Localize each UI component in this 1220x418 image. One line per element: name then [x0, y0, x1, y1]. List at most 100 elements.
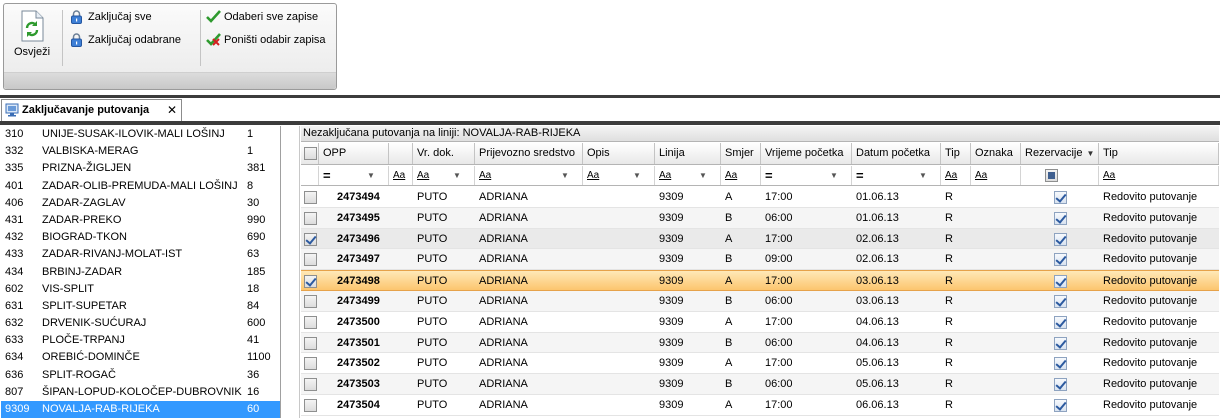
filter-cell[interactable]: Aa	[389, 166, 413, 185]
reservation-checkbox[interactable]	[1054, 275, 1067, 289]
start-date-cell: 05.06.13	[856, 378, 899, 391]
column-header-doc-type[interactable]: Vr. dok.	[413, 143, 475, 164]
direction-cell: B	[725, 294, 733, 307]
close-icon[interactable]: ✕	[167, 100, 177, 120]
line-list-item[interactable]: 335 PRIZNA-ŽIGLJEN 381	[1, 160, 280, 177]
table-row[interactable]: 2473499 PUTO ADRIANA 9309 B 06:00 03.06.13 R Red…	[301, 290, 1219, 312]
filter-checkbox[interactable]	[1045, 169, 1058, 182]
refresh-button[interactable]: Osvježi	[10, 8, 54, 68]
line-cell: 9309	[659, 315, 684, 328]
line-list-item[interactable]: 632 DRVENIK-SUĆURAJ 600	[1, 315, 280, 332]
table-row[interactable]: 2473497 PUTO ADRIANA 9309 B 09:00 02.06.13 R Red…	[301, 249, 1219, 271]
reservation-checkbox[interactable]	[1054, 294, 1067, 308]
table-row[interactable]: 2473495 PUTO ADRIANA 9309 B 06:00 01.06.13 R Red…	[301, 207, 1219, 229]
direction-cell: B	[725, 253, 733, 266]
line-list-item[interactable]: 633 PLOČE-TRPANJ 41	[1, 332, 280, 349]
line-list-item[interactable]: 434 BRBINJ-ZADAR 185	[1, 264, 280, 281]
filter-cell[interactable]: Aa ▼	[655, 166, 721, 185]
filter-cell[interactable]: = ▼	[852, 166, 941, 185]
reservation-checkbox[interactable]	[1054, 398, 1067, 412]
panel-splitter[interactable]	[282, 126, 300, 418]
doc-type-cell: PUTO	[417, 398, 448, 411]
line-list-item[interactable]: 634 OREBIĆ-DOMINČE 1100	[1, 349, 280, 366]
filter-cell[interactable]	[1021, 166, 1099, 185]
line-list-item[interactable]: 432 BIOGRAD-TKON 690	[1, 229, 280, 246]
filter-cell[interactable]: = ▼	[319, 166, 389, 185]
line-code: 401	[5, 179, 24, 192]
line-list-item[interactable]: 9309 NOVALJA-RAB-RIJEKA 60	[1, 401, 280, 418]
start-time-cell: 17:00	[765, 398, 793, 411]
select-all-header[interactable]	[301, 143, 319, 164]
table-row[interactable]: 2473502 PUTO ADRIANA 9309 A 17:00 05.06.13 R Red…	[301, 353, 1219, 375]
table-row[interactable]: 2473503 PUTO ADRIANA 9309 B 06:00 05.06.13 R Red…	[301, 374, 1219, 395]
column-header-trip-type[interactable]: Tip	[1099, 143, 1219, 164]
column-header-blank[interactable]	[389, 143, 413, 164]
line-list-item[interactable]: 433 ZADAR-RIVANJ-MOLAT-IST 63	[1, 246, 280, 263]
filter-cell[interactable]: Aa ▼	[583, 166, 655, 185]
header-label: Prijevozno sredstvo	[479, 147, 575, 159]
column-header-vehicle[interactable]: Prijevozno sredstvo	[475, 143, 583, 164]
filter-text-operator: Aa	[479, 170, 492, 181]
start-date-cell: 01.06.13	[856, 191, 899, 203]
doc-type-cell: PUTO	[417, 315, 448, 328]
column-header-start-date[interactable]: Datum početka	[852, 143, 941, 164]
lock-all-button[interactable]: Zaključaj sve	[70, 8, 152, 26]
line-list-item[interactable]: 401 ZADAR-OLIB-PREMUDA-MALI LOŠINJ 8	[1, 178, 280, 195]
filter-cell[interactable]: Aa	[1099, 166, 1219, 185]
line-list-item[interactable]: 807 ŠIPAN-LOPUD-KOLOČEP-DUBROVNIK 16	[1, 384, 280, 401]
reservation-checkbox[interactable]	[1054, 336, 1067, 350]
line-list-item[interactable]: 431 ZADAR-PREKO 990	[1, 212, 280, 229]
column-header-start-time[interactable]: Vrijeme početka	[761, 143, 852, 164]
deselect-all-button[interactable]: Poništi odabir zapisa	[206, 31, 326, 49]
chevron-down-icon: ▼	[830, 171, 838, 180]
line-list-item[interactable]: 631 SPLIT-SUPETAR 84	[1, 298, 280, 315]
filter-cell[interactable]	[301, 166, 319, 185]
table-row[interactable]: 2473498 PUTO ADRIANA 9309 A 17:00 03.06.13 R Red…	[301, 270, 1219, 291]
filter-cell[interactable]: = ▼	[761, 166, 852, 185]
table-row[interactable]: 2473496 PUTO ADRIANA 9309 A 17:00 02.06.13 R Red…	[301, 228, 1219, 250]
column-header-mark[interactable]: Oznaka	[971, 143, 1021, 164]
header-label: Opis	[587, 147, 610, 159]
header-label: OPP	[323, 147, 347, 159]
table-row[interactable]: 2473494 PUTO ADRIANA 9309 A 17:00 01.06.13 R Red…	[301, 187, 1219, 208]
reservation-checkbox[interactable]	[1054, 232, 1067, 246]
reservation-checkbox[interactable]	[1054, 357, 1067, 371]
column-header-reservations[interactable]: Rezervacije ▼	[1021, 143, 1099, 164]
table-row[interactable]: 2473500 PUTO ADRIANA 9309 A 17:00 04.06.13 R Red…	[301, 312, 1219, 333]
filter-cell[interactable]: Aa	[721, 166, 761, 185]
line-list-item[interactable]: 332 VALBISKA-MERAG 1	[1, 143, 280, 160]
line-code: 432	[5, 231, 24, 244]
line-list-item[interactable]: 636 SPLIT-ROGAČ 36	[1, 367, 280, 384]
line-name: PLOČE-TRPANJ	[42, 334, 125, 347]
reservation-checkbox[interactable]	[1054, 378, 1067, 392]
table-row[interactable]: 2473501 PUTO ADRIANA 9309 B 06:00 04.06.13 R Red…	[301, 332, 1219, 354]
column-header-line[interactable]: Linija	[655, 143, 721, 164]
column-header-description[interactable]: Opis	[583, 143, 655, 164]
filter-cell[interactable]: Aa	[971, 166, 1021, 185]
line-list-item[interactable]: 310 UNIJE-SUSAK-ILOVIK-MALI LOŠINJ 1	[1, 126, 280, 143]
filter-cell[interactable]: Aa	[941, 166, 971, 185]
column-header-opp[interactable]: OPP	[319, 143, 389, 164]
start-time-cell: 17:00	[765, 232, 793, 245]
line-code: 433	[5, 248, 24, 261]
lock-selected-button[interactable]: Zaključaj odabrane	[70, 31, 181, 49]
tab-trip-locking[interactable]: Zaključavanje putovanja ✕	[1, 99, 182, 121]
filter-cell[interactable]: Aa ▼	[475, 166, 583, 185]
reservation-checkbox[interactable]	[1054, 211, 1067, 225]
line-list-item[interactable]: 406 ZADAR-ZAGLAV 30	[1, 195, 280, 212]
opp-cell: 2473503	[337, 378, 380, 391]
column-header-type[interactable]: Tip	[941, 143, 971, 164]
reservation-checkbox[interactable]	[1054, 315, 1067, 329]
line-list-item[interactable]: 602 VIS-SPLIT 18	[1, 281, 280, 298]
filter-cell[interactable]: Aa ▼	[413, 166, 475, 185]
select-all-checkbox[interactable]	[304, 147, 317, 160]
reservation-checkbox[interactable]	[1054, 191, 1067, 204]
opp-cell: 2473494	[337, 191, 380, 203]
column-header-direction[interactable]: Smjer	[721, 143, 761, 164]
start-date-cell: 02.06.13	[856, 253, 899, 266]
filter-text-operator: Aa	[659, 170, 672, 181]
line-count: 84	[247, 299, 260, 312]
select-all-button[interactable]: Odaberi sve zapise	[206, 8, 318, 26]
table-row[interactable]: 2473504 PUTO ADRIANA 9309 A 17:00 06.06.13 R Red…	[301, 395, 1219, 416]
reservation-checkbox[interactable]	[1054, 253, 1067, 267]
